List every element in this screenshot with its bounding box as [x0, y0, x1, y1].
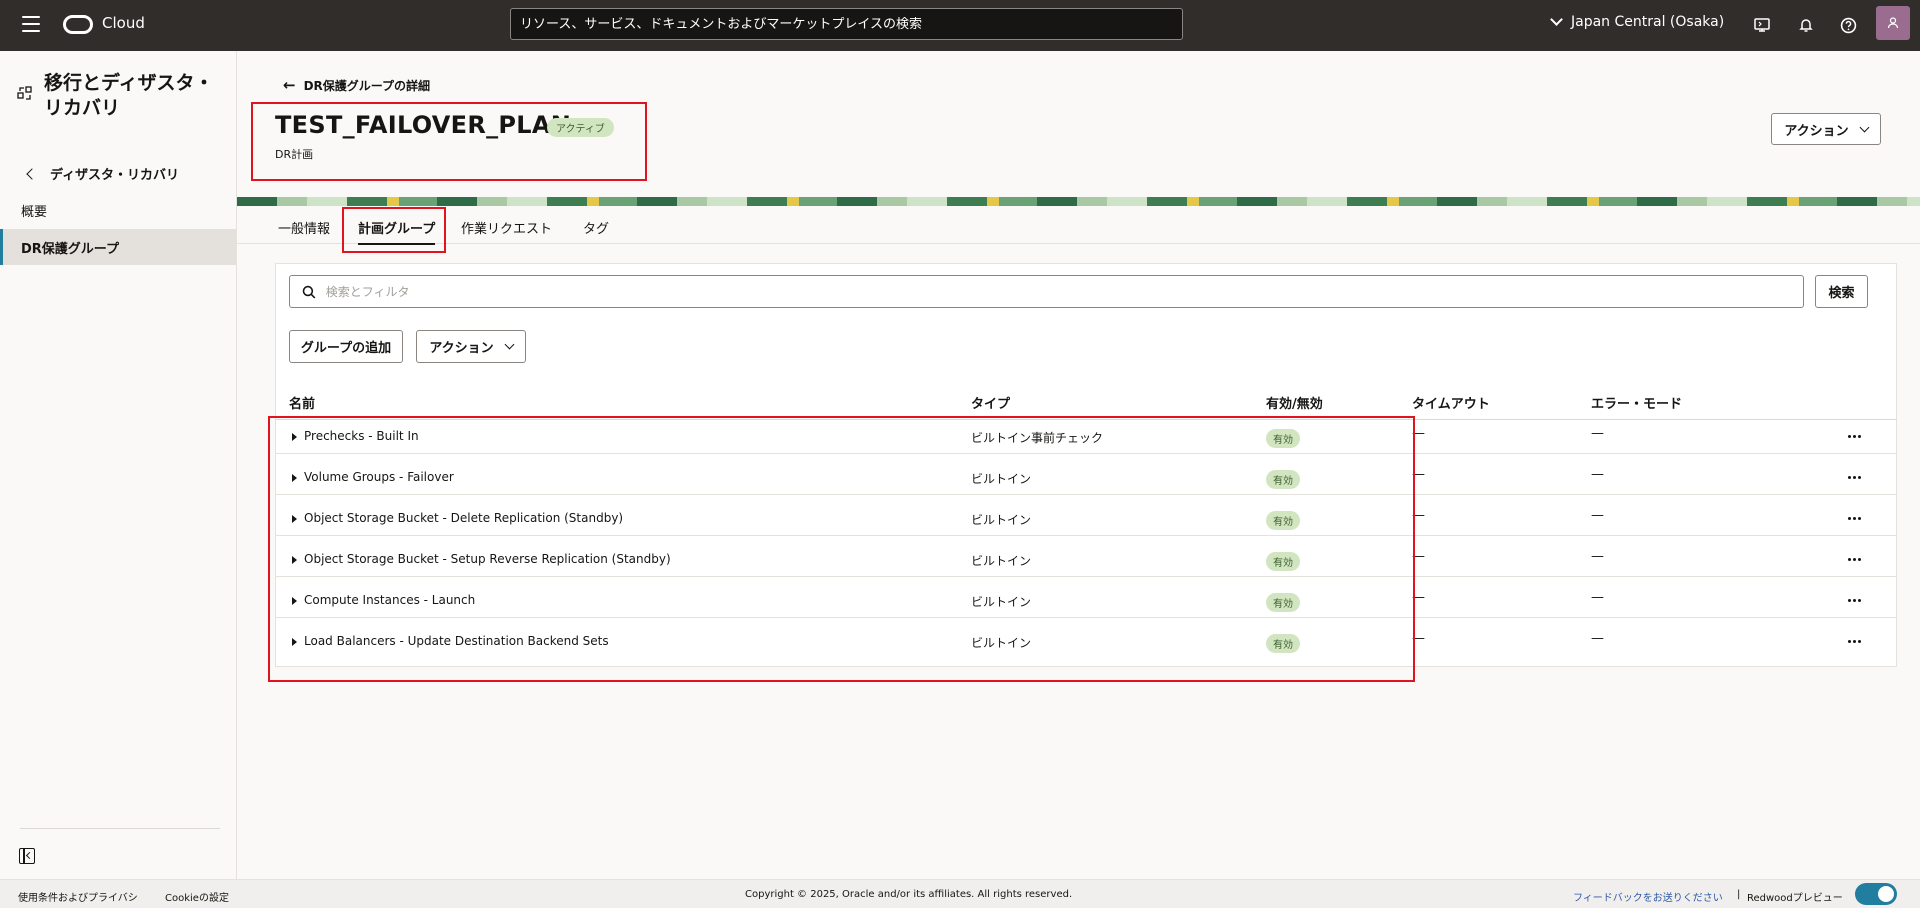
sidebar-back-link[interactable]: ディザスタ・リカバリ	[26, 164, 179, 183]
row-more-icon[interactable]	[1846, 474, 1863, 481]
column-header-error-mode: エラー・モード	[1591, 397, 1683, 412]
region-selector[interactable]: Japan Central (Osaka)	[1550, 13, 1725, 30]
back-link-label: DR保護グループの詳細	[303, 78, 431, 93]
add-group-button[interactable]: グループの追加	[289, 330, 403, 363]
row-more-icon[interactable]	[1846, 638, 1863, 645]
search-button[interactable]: 検索	[1815, 275, 1868, 308]
sidebar-title: 移行とディザスタ・リカバリ	[44, 72, 214, 119]
bell-icon[interactable]	[1795, 14, 1817, 36]
sidebar-back-label: ディザスタ・リカバリ	[50, 168, 179, 183]
column-header-timeout: タイムアウト	[1412, 397, 1490, 412]
chevron-down-icon	[504, 339, 515, 350]
highlight-box-tab	[342, 207, 446, 253]
search-filter-box[interactable]	[289, 275, 1804, 308]
row-error-mode: —	[1591, 426, 1604, 441]
brand-name[interactable]: Cloud	[102, 14, 145, 32]
global-search-input[interactable]	[520, 16, 1173, 32]
column-header-name: 名前	[289, 397, 316, 412]
copyright-text: Copyright © 2025, Oracle and/or its affi…	[745, 889, 1073, 900]
search-filter-input[interactable]	[325, 284, 1803, 299]
row-more-icon[interactable]	[1846, 556, 1863, 563]
chevron-down-icon	[1859, 122, 1870, 132]
footer-separator: |	[1737, 889, 1741, 900]
search-icon	[302, 285, 316, 298]
user-avatar[interactable]	[1876, 6, 1910, 40]
collapse-sidebar-icon[interactable]	[19, 848, 35, 864]
cookie-settings-link[interactable]: Cookieの設定	[165, 889, 229, 904]
migration-dr-icon	[17, 86, 33, 106]
highlight-box-table	[268, 416, 1415, 682]
actions-menu-button[interactable]: アクション	[1771, 113, 1881, 145]
top-navigation-bar: Cloud Japan Central (Osaka)	[0, 0, 1920, 51]
decorative-banner	[237, 197, 1920, 206]
table-actions-button[interactable]: アクション	[416, 330, 526, 363]
row-more-icon[interactable]	[1846, 597, 1863, 604]
row-error-mode: —	[1591, 590, 1604, 605]
tab-work-requests[interactable]: 作業リクエスト	[461, 218, 552, 237]
feedback-link[interactable]: フィードバックをお送りください	[1573, 893, 1723, 904]
row-error-mode: —	[1591, 508, 1604, 523]
column-header-type: タイプ	[971, 397, 1011, 412]
region-label: Japan Central (Osaka)	[1571, 14, 1725, 30]
footer: 使用条件およびプライバシ Cookieの設定 Copyright © 2025,…	[0, 879, 1920, 908]
row-error-mode: —	[1591, 467, 1604, 482]
terms-link[interactable]: 使用条件およびプライバシ	[18, 889, 138, 904]
cloud-shell-icon[interactable]	[1751, 14, 1773, 36]
help-icon[interactable]	[1837, 14, 1859, 36]
redwood-preview-toggle[interactable]	[1855, 883, 1897, 905]
tab-bar: 一般情報 計画グループ 作業リクエスト タグ	[237, 206, 1920, 245]
highlight-box-title	[251, 102, 647, 181]
tab-tags[interactable]: タグ	[583, 218, 609, 237]
back-to-dr-group-link[interactable]: ← DR保護グループの詳細	[283, 76, 430, 94]
actions-label: アクション	[1784, 123, 1849, 139]
chevron-down-icon	[1550, 13, 1563, 26]
oracle-logo-icon[interactable]	[63, 15, 93, 34]
table-actions-label: アクション	[429, 341, 494, 356]
redwood-preview-label: Redwoodプレビュー	[1747, 893, 1843, 904]
row-error-mode: —	[1591, 631, 1604, 646]
user-icon	[1887, 17, 1899, 29]
arrow-left-icon: ←	[283, 76, 296, 94]
menu-icon[interactable]	[22, 16, 40, 32]
row-error-mode: —	[1591, 549, 1604, 564]
sidebar-item-dr-protection-groups[interactable]: DR保護グループ	[0, 229, 236, 265]
sidebar-item-overview[interactable]: 概要	[0, 192, 236, 228]
row-more-icon[interactable]	[1846, 515, 1863, 522]
row-more-icon[interactable]	[1846, 433, 1863, 440]
sidebar-divider	[20, 828, 220, 829]
main-content: ← DR保護グループの詳細 TEST_FAILOVER_PLAN アクティブ D…	[237, 51, 1920, 879]
sidebar: 移行とディザスタ・リカバリ ディザスタ・リカバリ 概要 DR保護グループ	[0, 51, 237, 879]
chevron-left-icon	[26, 167, 38, 180]
column-header-enabled: 有効/無効	[1266, 397, 1323, 412]
global-search[interactable]	[510, 8, 1183, 40]
tab-general-info[interactable]: 一般情報	[278, 218, 330, 237]
